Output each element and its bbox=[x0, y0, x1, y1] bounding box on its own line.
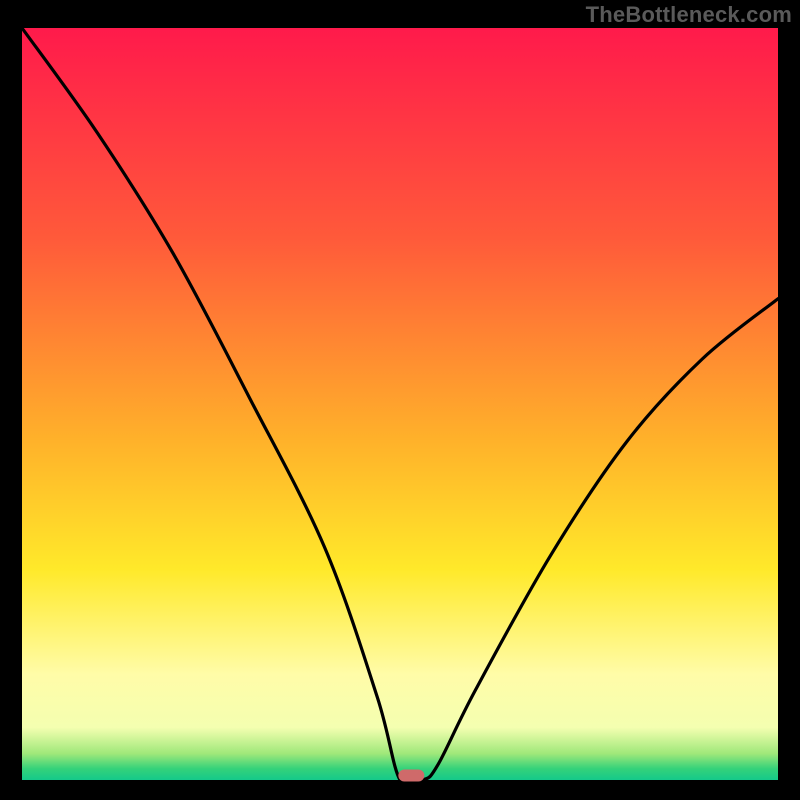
watermark-text: TheBottleneck.com bbox=[586, 2, 792, 28]
plot-background bbox=[22, 28, 778, 780]
bottleneck-chart bbox=[0, 0, 800, 800]
optimal-marker bbox=[398, 769, 424, 781]
chart-frame: TheBottleneck.com bbox=[0, 0, 800, 800]
